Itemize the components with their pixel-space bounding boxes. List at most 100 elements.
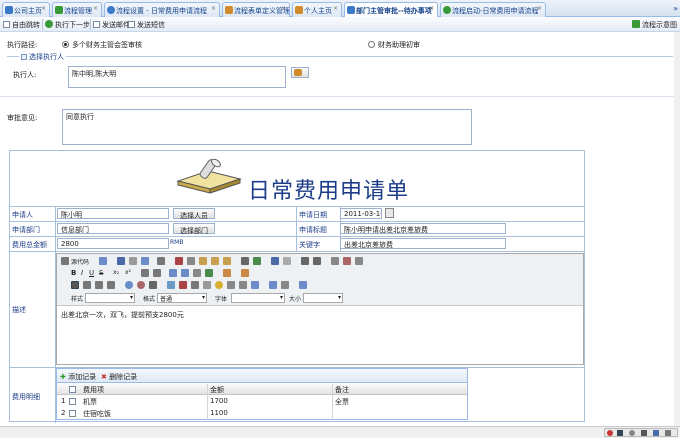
paste-icon[interactable] xyxy=(199,257,207,265)
flow-diagram-button[interactable]: 流程示意图 xyxy=(632,20,677,30)
horizontal-rule-icon[interactable] xyxy=(203,281,211,289)
blockquote-icon[interactable] xyxy=(193,269,201,277)
format-select[interactable]: 普通 xyxy=(157,293,207,303)
opinion-field[interactable]: 同意执行 xyxy=(62,109,472,145)
tab-form-definition[interactable]: 流程表单定义管理 × xyxy=(222,2,290,17)
send-email-checkbox[interactable]: 发送邮件 xyxy=(93,20,130,30)
special-char-icon[interactable] xyxy=(227,281,235,289)
about-icon[interactable] xyxy=(299,281,307,289)
subscript-icon[interactable]: x₂ xyxy=(113,269,119,276)
close-icon[interactable]: × xyxy=(429,5,434,12)
delete-record-button[interactable]: ✖ 删除记录 xyxy=(101,372,137,382)
dept-field[interactable]: 信息部门 xyxy=(57,223,169,234)
executor-field[interactable]: 陈中明,陈大明 xyxy=(68,66,286,88)
align-left-icon[interactable] xyxy=(71,281,79,289)
select-executor-button[interactable] xyxy=(291,67,309,78)
preview-icon[interactable] xyxy=(141,257,149,265)
select-person-button[interactable]: 选择人员 xyxy=(173,208,215,220)
div-icon[interactable] xyxy=(205,269,213,277)
tab-dept-approval-todo[interactable]: 部门主管审批--待办事项 × xyxy=(344,2,438,18)
close-icon[interactable]: × xyxy=(93,5,98,12)
show-blocks-icon[interactable] xyxy=(281,281,289,289)
anchor-icon[interactable] xyxy=(149,281,157,289)
executor-legend[interactable]: 选择执行人 xyxy=(19,52,66,62)
select-dept-button[interactable]: 选择部门 xyxy=(173,223,215,235)
italic-icon[interactable]: I xyxy=(81,269,83,277)
redo-icon[interactable] xyxy=(283,257,291,265)
paste-word-icon[interactable] xyxy=(223,257,231,265)
add-record-button[interactable]: ✚ 添加记录 xyxy=(60,372,96,382)
column-header-item[interactable]: 费用项 xyxy=(83,385,104,395)
new-page-icon[interactable] xyxy=(129,257,137,265)
paste-text-icon[interactable] xyxy=(211,257,219,265)
undo-icon[interactable] xyxy=(271,257,279,265)
free-jump-checkbox[interactable]: 自由跳转 xyxy=(3,20,40,30)
image-icon[interactable] xyxy=(167,281,175,289)
bullet-list-icon[interactable] xyxy=(153,269,161,277)
send-sms-checkbox[interactable]: 发送短信 xyxy=(128,20,165,30)
row-checkbox[interactable] xyxy=(69,398,76,405)
path-option-multi-finance[interactable]: 多个财务主管会签审核 xyxy=(62,40,142,50)
next-step-button[interactable]: 执行下一步 xyxy=(45,20,90,30)
cut-icon[interactable] xyxy=(175,257,183,265)
smiley-icon[interactable] xyxy=(215,281,223,289)
size-select[interactable] xyxy=(303,293,343,303)
find-icon[interactable] xyxy=(301,257,309,265)
iframe-icon[interactable] xyxy=(251,281,259,289)
align-justify-icon[interactable] xyxy=(107,281,115,289)
vertical-scrollbar[interactable] xyxy=(674,32,680,426)
print-icon[interactable] xyxy=(241,257,249,265)
table-row[interactable]: 2 住宿吃饭 1100 xyxy=(57,408,467,419)
description-editor[interactable]: 源代码 B I U S x₂ x² 样式 ▾ 格式 普通 ▾ 字体 ▾ 大小 ▾… xyxy=(56,253,584,365)
select-all-icon[interactable] xyxy=(331,257,339,265)
total-amount-field[interactable]: 2800 xyxy=(57,238,169,249)
close-icon[interactable]: × xyxy=(41,5,46,12)
close-icon[interactable]: × xyxy=(537,5,542,12)
page-break-icon[interactable] xyxy=(239,281,247,289)
ime-toolbar[interactable] xyxy=(604,428,678,437)
remove-format-icon[interactable] xyxy=(343,257,351,265)
template-icon[interactable] xyxy=(157,257,165,265)
apply-date-field[interactable]: 2011-03-16 xyxy=(340,208,382,219)
tab-scroll-icon[interactable]: » xyxy=(673,4,678,13)
indent-icon[interactable] xyxy=(181,269,189,277)
table-row[interactable]: 1 机票 1700 全票 xyxy=(57,396,467,407)
calendar-icon[interactable] xyxy=(385,208,394,218)
save-icon[interactable] xyxy=(117,257,125,265)
align-right-icon[interactable] xyxy=(95,281,103,289)
cell-item[interactable]: 机票 xyxy=(83,397,97,407)
subject-field[interactable]: 陈小明申请出差北京差旅费 xyxy=(340,223,506,234)
tab-personal-home[interactable]: 个人主页 × xyxy=(292,2,342,17)
path-option-finance-assistant[interactable]: 财务助理初审 xyxy=(368,40,420,50)
underline-icon[interactable]: U xyxy=(89,269,94,277)
table-icon[interactable] xyxy=(191,281,199,289)
column-header-note[interactable]: 备注 xyxy=(335,385,349,395)
cell-note[interactable]: 全票 xyxy=(335,397,349,407)
description-content[interactable]: 出差北京一次，双飞，提前预支2800元 xyxy=(61,310,184,320)
keyword-field[interactable]: 出差北京差旅费 xyxy=(340,238,506,249)
column-header-amount[interactable]: 金额 xyxy=(210,385,224,395)
superscript-icon[interactable]: x² xyxy=(125,269,131,276)
align-center-icon[interactable] xyxy=(83,281,91,289)
strike-icon[interactable]: S xyxy=(99,269,103,277)
link-icon[interactable] xyxy=(125,281,133,289)
bg-color-icon[interactable] xyxy=(241,269,249,277)
applicant-field[interactable]: 陈小明 xyxy=(57,208,169,219)
bold-icon[interactable]: B xyxy=(71,269,76,277)
flash-icon[interactable] xyxy=(179,281,187,289)
close-icon[interactable]: × xyxy=(333,5,338,12)
maximize-icon[interactable] xyxy=(269,281,277,289)
row-checkbox[interactable] xyxy=(69,410,76,417)
style-select[interactable] xyxy=(85,293,135,303)
source-icon[interactable] xyxy=(61,257,69,265)
tab-flow-start[interactable]: 流程启动-日常费用申请流程 × xyxy=(440,2,546,17)
tab-company-home[interactable]: 公司主页 × xyxy=(2,2,50,17)
font-select[interactable] xyxy=(231,293,285,303)
tab-flow-management[interactable]: 流程管理 × xyxy=(52,2,102,17)
tab-flow-settings[interactable]: 流程设置 - 日常费用申请流程 × xyxy=(104,2,220,17)
select-all-checkbox[interactable] xyxy=(69,386,76,393)
cell-amount[interactable]: 1700 xyxy=(210,397,228,405)
close-icon[interactable]: × xyxy=(211,5,216,12)
document-icon[interactable] xyxy=(99,257,107,265)
close-icon[interactable]: × xyxy=(281,5,286,12)
